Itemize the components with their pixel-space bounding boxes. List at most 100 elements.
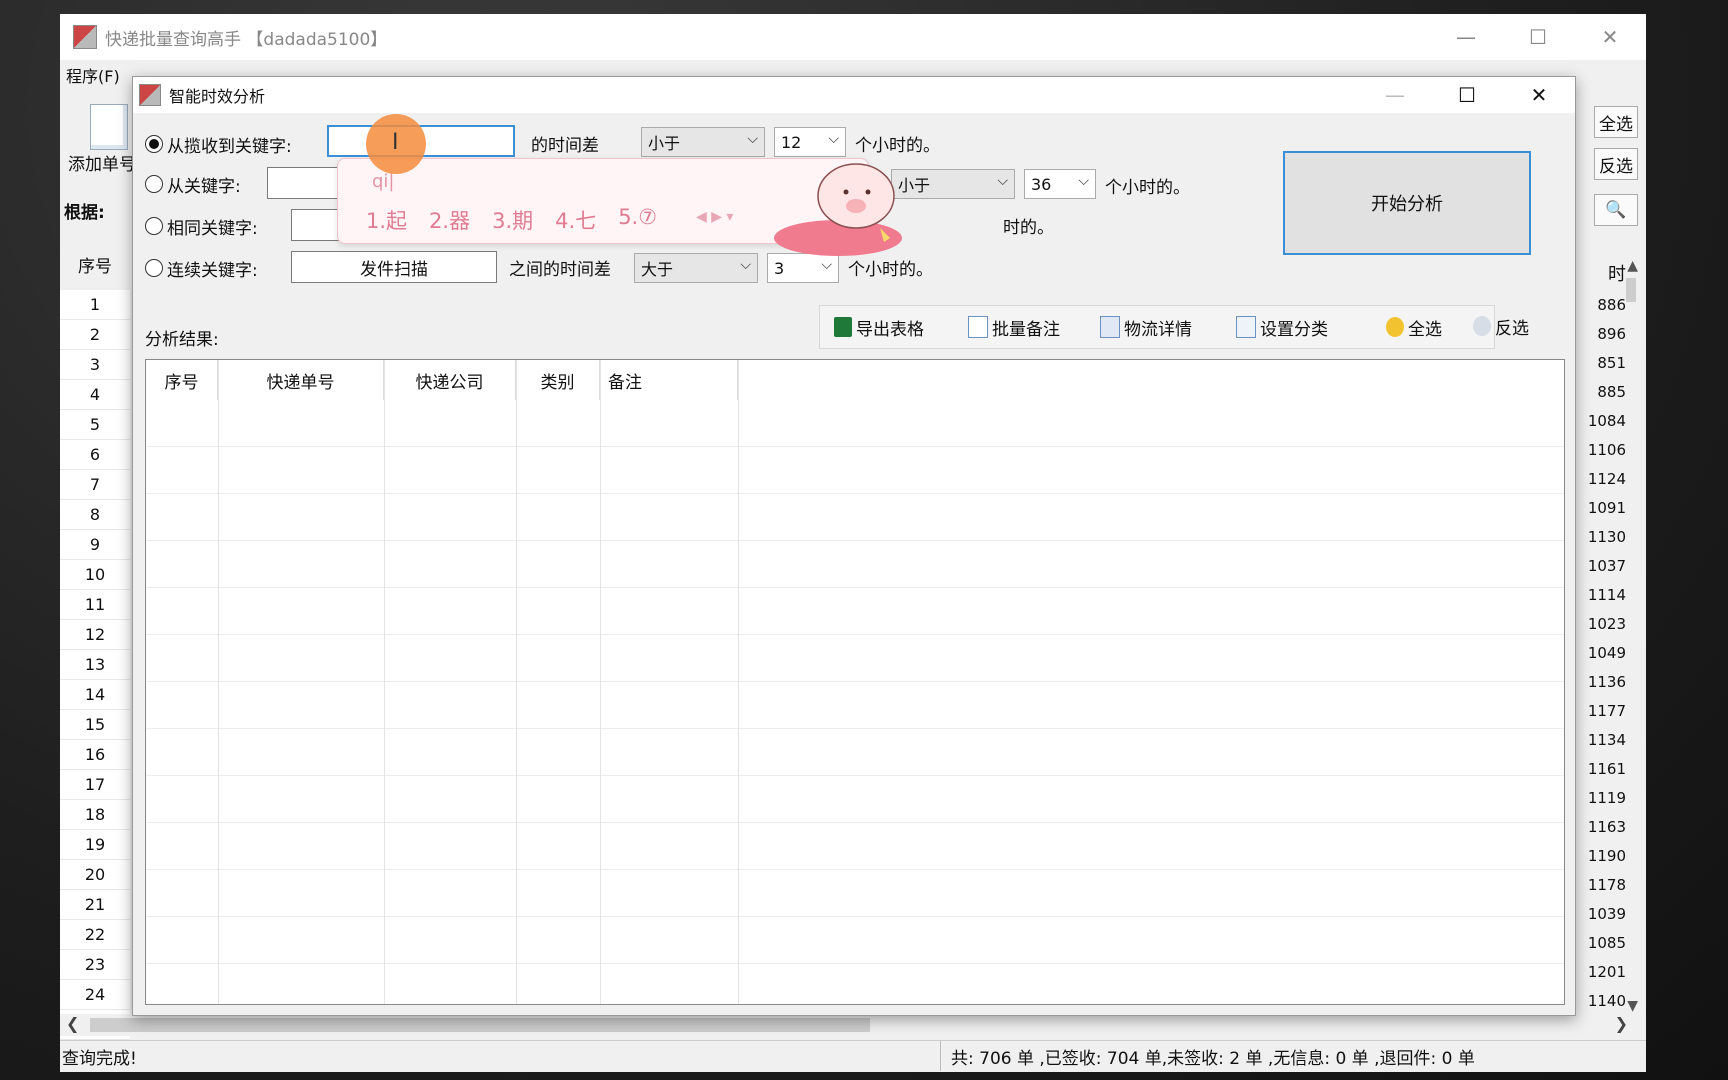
column-index[interactable]: 序号 (146, 360, 218, 400)
consecutive-keyword-input[interactable]: 发件扫描 (291, 251, 497, 283)
table-row-index[interactable]: 10 (60, 560, 130, 590)
option-row-consecutive-keyword[interactable]: 连续关键字: (145, 251, 258, 285)
menu-program[interactable]: 程序(F) (66, 63, 120, 87)
horizontal-scrollbar[interactable]: ❮ ❯ (60, 1014, 1646, 1036)
logistics-detail-button[interactable]: 物流详情 (1100, 312, 1192, 342)
table-row-time[interactable]: 1037 (1582, 551, 1626, 580)
table-row-time[interactable]: 885 (1582, 377, 1626, 406)
table-row-index[interactable]: 23 (60, 950, 130, 980)
scroll-up-icon[interactable]: ▲ (1627, 258, 1638, 274)
option-row-same-keyword[interactable]: 相同关键字: (145, 209, 258, 243)
horizontal-scroll-thumb[interactable] (90, 1018, 870, 1032)
table-row-index[interactable]: 3 (60, 350, 130, 380)
table-row-index[interactable]: 21 (60, 890, 130, 920)
column-tracking-number[interactable]: 快递单号 (218, 360, 384, 400)
table-row-index[interactable]: 12 (60, 620, 130, 650)
table-row-time[interactable]: 1140 (1582, 986, 1626, 1015)
table-row-index[interactable]: 19 (60, 830, 130, 860)
table-row-index[interactable]: 8 (60, 500, 130, 530)
option-row-pickup[interactable]: 从揽收到关键字: (145, 127, 292, 161)
export-table-button[interactable]: 导出表格 (834, 312, 924, 342)
table-row-index[interactable]: 5 (60, 410, 130, 440)
table-row-time[interactable]: 1049 (1582, 638, 1626, 667)
table-row-time[interactable]: 1161 (1582, 754, 1626, 783)
table-row-index[interactable]: 4 (60, 380, 130, 410)
invert-selection-button[interactable]: 反选 (1594, 148, 1638, 180)
table-row-index[interactable]: 16 (60, 740, 130, 770)
table-row-time[interactable]: 1190 (1582, 841, 1626, 870)
table-row-time[interactable]: 1023 (1582, 609, 1626, 638)
maximize-icon[interactable]: ☐ (1502, 14, 1574, 60)
close-icon[interactable]: ✕ (1574, 14, 1646, 60)
table-row-time[interactable]: 851 (1582, 348, 1626, 377)
ime-candidate-3[interactable]: 3.期 (492, 205, 533, 235)
vertical-scroll-thumb[interactable] (1626, 278, 1636, 302)
table-row-time[interactable]: 1130 (1582, 522, 1626, 551)
dialog-maximize-icon[interactable]: ☐ (1431, 77, 1503, 113)
ime-candidate-4[interactable]: 4.七 (555, 205, 596, 235)
table-row-index[interactable]: 11 (60, 590, 130, 620)
table-row-time[interactable]: 1163 (1582, 812, 1626, 841)
ime-candidate-2[interactable]: 2.器 (429, 205, 470, 235)
table-row-index[interactable]: 6 (60, 440, 130, 470)
table-row-index[interactable]: 14 (60, 680, 130, 710)
option-row-from-keyword[interactable]: 从关键字: (145, 167, 241, 201)
dialog-select-all-button[interactable]: 全选 (1386, 312, 1442, 342)
select-all-button[interactable]: 全选 (1594, 106, 1638, 138)
column-category[interactable]: 类别 (516, 360, 600, 400)
table-row-index[interactable]: 15 (60, 710, 130, 740)
radio-from-keyword[interactable] (145, 175, 163, 193)
table-row-time[interactable]: 1091 (1582, 493, 1626, 522)
radio-pickup-keyword[interactable] (145, 135, 163, 153)
table-row-time[interactable]: 1178 (1582, 870, 1626, 899)
ime-candidate-1[interactable]: 1.起 (366, 205, 407, 235)
radio-consecutive-keyword[interactable] (145, 259, 163, 277)
start-analysis-button[interactable]: 开始分析 (1283, 151, 1531, 255)
document-icon[interactable] (90, 104, 128, 150)
radio-same-keyword[interactable] (145, 217, 163, 235)
result-table-body[interactable] (146, 400, 1564, 1000)
table-row-time[interactable]: 1106 (1582, 435, 1626, 464)
scroll-left-icon[interactable]: ❮ (66, 1014, 79, 1033)
minimize-icon[interactable]: — (1430, 14, 1502, 60)
row2-hours-select[interactable]: 36 ⌵ (1024, 169, 1096, 199)
column-courier-company[interactable]: 快递公司 (384, 360, 516, 400)
table-header-index[interactable]: 序号 (60, 246, 130, 282)
set-category-button[interactable]: 设置分类 (1236, 312, 1328, 342)
table-row-time[interactable]: 1119 (1582, 783, 1626, 812)
table-row-index[interactable]: 17 (60, 770, 130, 800)
row1-hours-select[interactable]: 12 ⌵ (774, 127, 846, 157)
dialog-invert-button[interactable]: 反选 (1473, 311, 1529, 341)
table-row-index[interactable]: 1 (60, 290, 130, 320)
table-row-time[interactable]: 1201 (1582, 957, 1626, 986)
table-row-time[interactable]: 1124 (1582, 464, 1626, 493)
table-row-index[interactable]: 20 (60, 860, 130, 890)
table-row-time[interactable]: 1134 (1582, 725, 1626, 754)
table-row-index[interactable]: 24 (60, 980, 130, 1010)
table-row-index[interactable]: 18 (60, 800, 130, 830)
table-row-time[interactable]: 1085 (1582, 928, 1626, 957)
table-row-index[interactable]: 13 (60, 650, 130, 680)
table-row-time[interactable]: 1084 (1582, 406, 1626, 435)
table-row-time[interactable]: 1039 (1582, 899, 1626, 928)
table-row-time[interactable]: 1114 (1582, 580, 1626, 609)
table-row-time[interactable]: 1136 (1582, 667, 1626, 696)
row4-compare-select[interactable]: 大于 ⌵ (634, 253, 758, 283)
ime-page-arrows-icon[interactable]: ◀ ▶ ▾ (696, 209, 733, 225)
search-icon[interactable]: 🔍 (1594, 194, 1638, 226)
table-row-index[interactable]: 22 (60, 920, 130, 950)
table-row-time[interactable]: 1177 (1582, 696, 1626, 725)
table-row-index[interactable]: 2 (60, 320, 130, 350)
column-remark[interactable]: 备注 (600, 360, 738, 400)
add-number-label[interactable]: 添加单号 (68, 150, 136, 175)
dialog-close-icon[interactable]: ✕ (1503, 77, 1575, 113)
table-row-index[interactable]: 7 (60, 470, 130, 500)
table-row-index[interactable]: 9 (60, 530, 130, 560)
scroll-down-icon[interactable]: ▼ (1627, 998, 1638, 1014)
ime-candidate-5[interactable]: 5.⑦ (618, 205, 657, 235)
row1-compare-select[interactable]: 小于 ⌵ (641, 127, 765, 157)
table-header-time[interactable]: 时 (1608, 260, 1626, 286)
table-row-time[interactable]: 896 (1582, 319, 1626, 348)
scroll-right-icon[interactable]: ❯ (1615, 1014, 1628, 1033)
batch-note-button[interactable]: 批量备注 (968, 312, 1060, 342)
